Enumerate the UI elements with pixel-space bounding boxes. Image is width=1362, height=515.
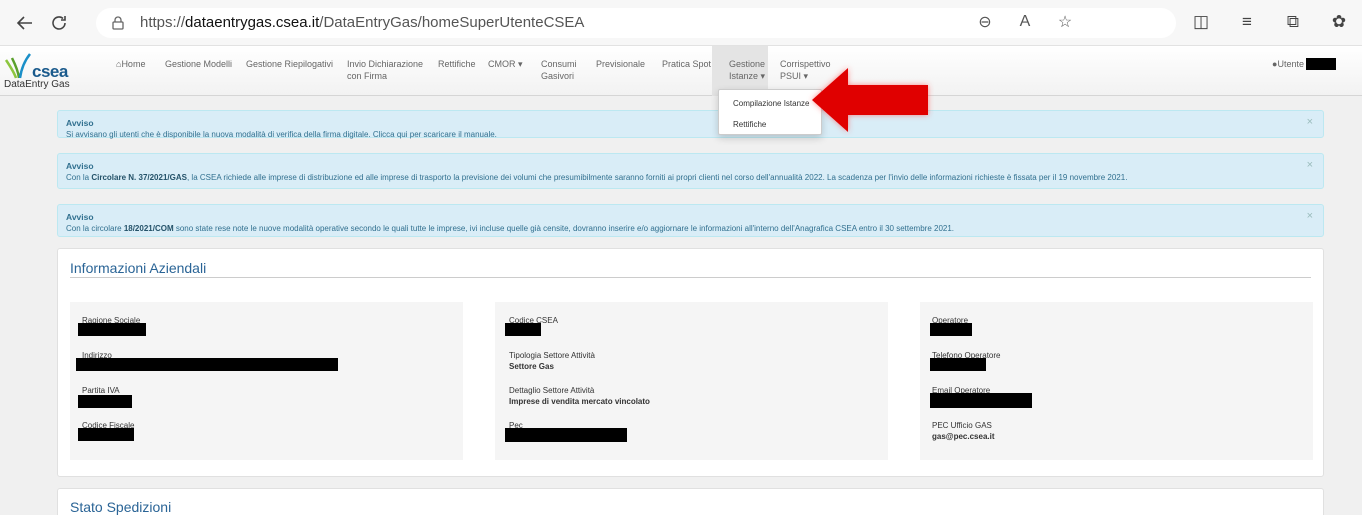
split-screen-icon[interactable]: ◫ [1190,8,1212,36]
back-button[interactable] [8,6,42,40]
nav-gestione-riepilogativi[interactable]: Gestione Riepilogativi [246,58,333,70]
stato-spedizioni-panel: Stato Spedizioni [57,488,1324,515]
zoom-icon[interactable]: ⊖ [974,8,996,36]
app-navbar: csea DataEntry Gas ⌂Home Gestione Modell… [0,46,1362,96]
caret-down-icon: ▾ [758,71,766,81]
nav-invio-dichiarazione[interactable]: Invio Dichiarazione con Firma [347,58,423,82]
nav-pratica-spot[interactable]: Pratica Spot [662,58,711,70]
close-icon[interactable]: × [1307,116,1313,128]
redacted-value [78,428,134,441]
user-name-redacted [1306,58,1336,70]
close-icon[interactable]: × [1307,159,1313,171]
nav-previsionale[interactable]: Previsionale [596,58,645,70]
alert-firma-digitale: Avviso Si avvisano gli utenti che è disp… [57,110,1324,139]
url-scheme: https:// [140,14,186,31]
dropdown-item-rettifiche[interactable]: Rettifiche [733,120,766,129]
user-menu[interactable]: ● Utente [1272,58,1336,70]
read-aloud-icon[interactable]: A [1014,8,1036,36]
extension-icon[interactable]: ✿ [1328,8,1350,36]
back-arrow-icon [16,15,32,30]
favorite-star-icon[interactable]: ☆ [1054,8,1076,36]
redacted-value [76,358,338,371]
panel-title: Informazioni Aziendali [70,260,207,276]
collections-icon[interactable]: ⧉ [1282,8,1304,36]
redacted-value [930,358,986,371]
redacted-value [930,323,972,336]
caret-down-icon: ▾ [515,59,523,69]
csea-logo-icon [4,53,31,79]
info-aziendali-panel: Informazioni Aziendali Ragione Sociale I… [57,248,1324,477]
nav-gestione-modelli[interactable]: Gestione Modelli [165,58,232,70]
nav-consumi-gasivori[interactable]: Consumi Gasivori [541,58,577,82]
circolare-link[interactable]: 18/2021/COM [124,224,174,233]
logo-subtitle: DataEntry Gas [4,79,70,90]
favorites-list-icon[interactable]: ≡ [1236,8,1258,36]
refresh-button[interactable] [42,6,76,40]
dropdown-item-compilazione-istanze[interactable]: Compilazione Istanze [733,99,809,108]
panel-title: Stato Spedizioni [70,499,172,515]
info-column-activity: Codice CSEA Tipologia Settore Attività S… [495,302,888,460]
browser-toolbar: https://dataentrygas.csea.it/DataEntryGa… [0,0,1362,46]
redacted-value [78,395,132,408]
url-path: /DataEntryGas/homeSuperUtenteCSEA [319,14,585,31]
nav-home[interactable]: ⌂Home [116,58,145,70]
redacted-value [505,428,627,442]
redacted-value [505,323,541,336]
info-column-company: Ragione Sociale Indirizzo Partita IVA Co… [70,302,463,460]
circolare-link[interactable]: Circolare N. 37/2021/GAS [91,173,187,182]
close-icon[interactable]: × [1307,210,1313,222]
alert-circolare-com: Avviso Con la circolare 18/2021/COM sono… [57,204,1324,237]
nav-rettifiche[interactable]: Rettifiche [438,58,476,70]
alert-circolare-gas: Avviso Con la Circolare N. 37/2021/GAS, … [57,153,1324,189]
redacted-value [930,393,1032,408]
nav-cmor[interactable]: CMOR ▾ [488,58,523,70]
refresh-icon [52,15,66,30]
red-arrow-icon [812,68,928,132]
lock-icon[interactable] [110,15,126,31]
csea-logo[interactable]: csea DataEntry Gas [4,50,94,94]
redacted-value [78,323,146,336]
url-host: dataentrygas.csea.it [185,14,320,31]
info-column-operator: Operatore Telefono Operatore Email Opera… [920,302,1313,460]
